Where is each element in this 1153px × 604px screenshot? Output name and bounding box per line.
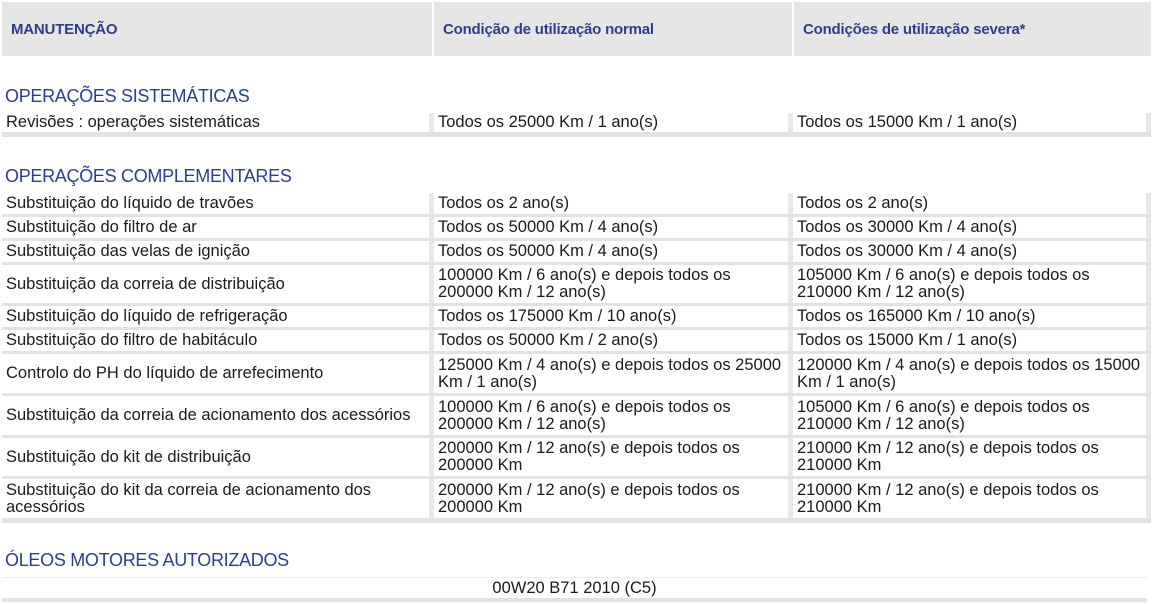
section-title-oils: ÓLEOS MOTORES AUTORIZADOS [5,550,289,570]
normal-interval-cell: 200000 Km / 12 ano(s) e depois todos os … [434,479,793,518]
normal-interval-cell: 100000 Km / 6 ano(s) e depois todos os 2… [434,265,793,303]
oil-spec-value: 00W20 B71 2010 (C5) [492,578,657,597]
operation-cell: Controlo do PH do líquido de arrefecimen… [2,354,434,393]
operation-cell: Substituição das velas de ignição [2,241,434,262]
severe-interval-cell: 210000 Km / 12 ano(s) e depois todos os … [793,438,1151,476]
table-row: Revisões : operações sistemáticas Todos … [2,113,1151,137]
section-title-systematic: OPERAÇÕES SISTEMÁTICAS [5,86,250,106]
normal-interval-cell: Todos os 175000 Km / 10 ano(s) [434,306,793,327]
severe-interval-cell: 105000 Km / 6 ano(s) e depois todos os 2… [793,396,1151,435]
normal-interval-cell: Todos os 25000 Km / 1 ano(s) [434,113,793,132]
section-title-complementary: OPERAÇÕES COMPLEMENTARES [5,166,292,186]
table-header: MANUTENÇÃO Condição de utilização normal… [2,2,1151,56]
normal-interval-cell: 125000 Km / 4 ano(s) e depois todos os 2… [434,354,793,393]
table-row: Substituição das velas de ignição Todos … [2,241,1151,265]
normal-interval-cell: Todos os 2 ano(s) [434,193,793,214]
table-row: Substituição do kit da correia de aciona… [2,479,1151,523]
severe-interval-cell: 120000 Km / 4 ano(s) e depois todos os 1… [793,354,1151,393]
complementary-table: Substituição do líquido de travões Todos… [2,193,1151,523]
operation-cell: Substituição do kit da correia de aciona… [2,479,434,518]
table-row: Substituição do filtro de habitáculo Tod… [2,330,1151,354]
table-row: Substituição do líquido de refrigeração … [2,306,1151,330]
operation-cell: Substituição da correia de distribuição [2,265,434,303]
table-row: Substituição do filtro de ar Todos os 50… [2,217,1151,241]
table-row: Substituição da correia de distribuição … [2,265,1151,306]
severe-interval-cell: Todos os 15000 Km / 1 ano(s) [793,330,1151,351]
table-row: Controlo do PH do líquido de arrefecimen… [2,354,1151,396]
severe-interval-cell: 105000 Km / 6 ano(s) e depois todos os 2… [793,265,1151,303]
severe-interval-cell: Todos os 2 ano(s) [793,193,1151,214]
severe-interval-cell: 210000 Km / 12 ano(s) e depois todos os … [793,479,1151,518]
table-row: Substituição do kit de distribuição 2000… [2,438,1151,479]
severe-interval-cell: Todos os 30000 Km / 4 ano(s) [793,241,1151,262]
severe-interval-cell: Todos os 30000 Km / 4 ano(s) [793,217,1151,238]
header-normal-conditions: Condição de utilização normal [434,2,792,56]
severe-interval-cell: Todos os 165000 Km / 10 ano(s) [793,306,1151,327]
header-severe-conditions: Condições de utilização severa* [794,2,1151,56]
normal-interval-cell: 200000 Km / 12 ano(s) e depois todos os … [434,438,793,476]
operation-cell: Substituição do kit de distribuição [2,438,434,476]
normal-interval-cell: Todos os 50000 Km / 4 ano(s) [434,241,793,262]
header-maintenance: MANUTENÇÃO [2,2,432,56]
systematic-table: Revisões : operações sistemáticas Todos … [2,113,1151,137]
operation-cell: Substituição do líquido de travões [2,193,434,214]
normal-interval-cell: Todos os 50000 Km / 2 ano(s) [434,330,793,351]
normal-interval-cell: Todos os 50000 Km / 4 ano(s) [434,217,793,238]
table-row: Substituição do líquido de travões Todos… [2,193,1151,217]
severe-interval-cell: Todos os 15000 Km / 1 ano(s) [793,113,1151,132]
oil-spec-row: 00W20 B71 2010 (C5) [2,577,1147,602]
maintenance-page: MANUTENÇÃO Condição de utilização normal… [0,0,1153,604]
operation-cell: Substituição do líquido de refrigeração [2,306,434,327]
operation-cell: Substituição do filtro de ar [2,217,434,238]
operation-cell: Substituição da correia de acionamento d… [2,396,434,435]
table-row: Substituição da correia de acionamento d… [2,396,1151,438]
operation-cell: Revisões : operações sistemáticas [2,113,434,132]
operation-cell: Substituição do filtro de habitáculo [2,330,434,351]
normal-interval-cell: 100000 Km / 6 ano(s) e depois todos os 2… [434,396,793,435]
